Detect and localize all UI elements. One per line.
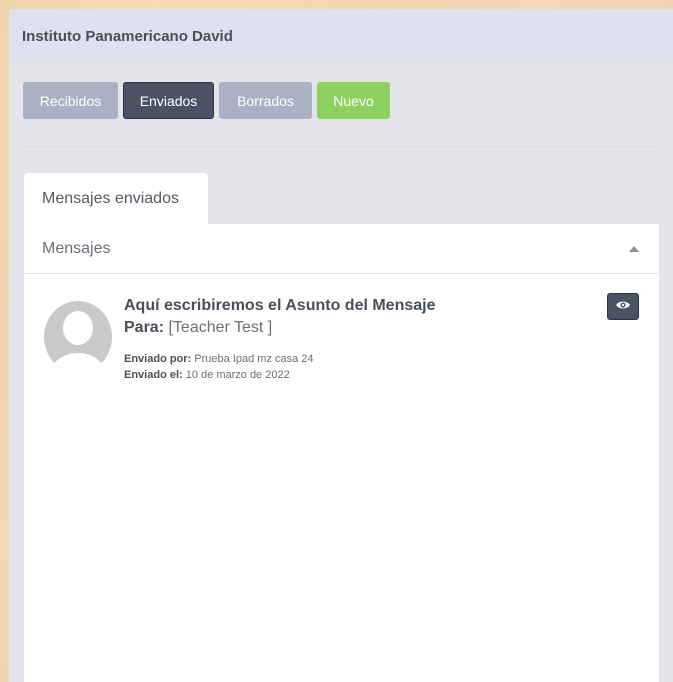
sender-value: Prueba Ipad mz casa 24 <box>191 353 314 365</box>
borrados-button[interactable]: Borrados <box>219 82 312 119</box>
recipient-label: Para: <box>124 319 165 336</box>
main-panel: Instituto Panamericano David Recibidos E… <box>9 9 673 682</box>
user-avatar-icon <box>44 301 112 373</box>
eye-icon <box>615 299 631 314</box>
date-value: 10 de marzo de 2022 <box>182 369 290 381</box>
date-label: Enviado el: <box>124 369 183 381</box>
tab-mensajes-enviados[interactable]: Mensajes enviados <box>24 173 208 225</box>
recibidos-button[interactable]: Recibidos <box>23 82 118 119</box>
nuevo-button[interactable]: Nuevo <box>317 82 390 119</box>
message-item: Aquí escribiremos el Asunto del Mensaje … <box>24 274 659 381</box>
message-date: Enviado el: 10 de marzo de 2022 <box>124 369 639 381</box>
sender-label: Enviado por: <box>124 353 192 365</box>
message-body: Aquí escribiremos el Asunto del Mensaje … <box>124 297 639 381</box>
enviados-button[interactable]: Enviados <box>123 82 214 119</box>
divider <box>22 146 658 147</box>
institution-title: Instituto Panamericano David <box>22 27 233 45</box>
page-header: Instituto Panamericano David <box>9 9 673 63</box>
mailbox-toolbar: Recibidos Enviados Borrados Nuevo <box>23 82 390 119</box>
recipient-value: [Teacher Test ] <box>164 319 273 336</box>
message-subject[interactable]: Aquí escribiremos el Asunto del Mensaje <box>124 297 639 315</box>
message-recipient: Para: [Teacher Test ] <box>124 319 639 337</box>
message-sender: Enviado por: Prueba Ipad mz casa 24 <box>124 353 639 365</box>
messages-card: Mensajes Aquí escribiremos el Asunto del <box>24 224 659 682</box>
card-title: Mensajes <box>42 239 111 257</box>
view-message-button[interactable] <box>607 293 639 320</box>
caret-up-icon[interactable] <box>629 245 639 252</box>
card-header[interactable]: Mensajes <box>24 224 659 274</box>
